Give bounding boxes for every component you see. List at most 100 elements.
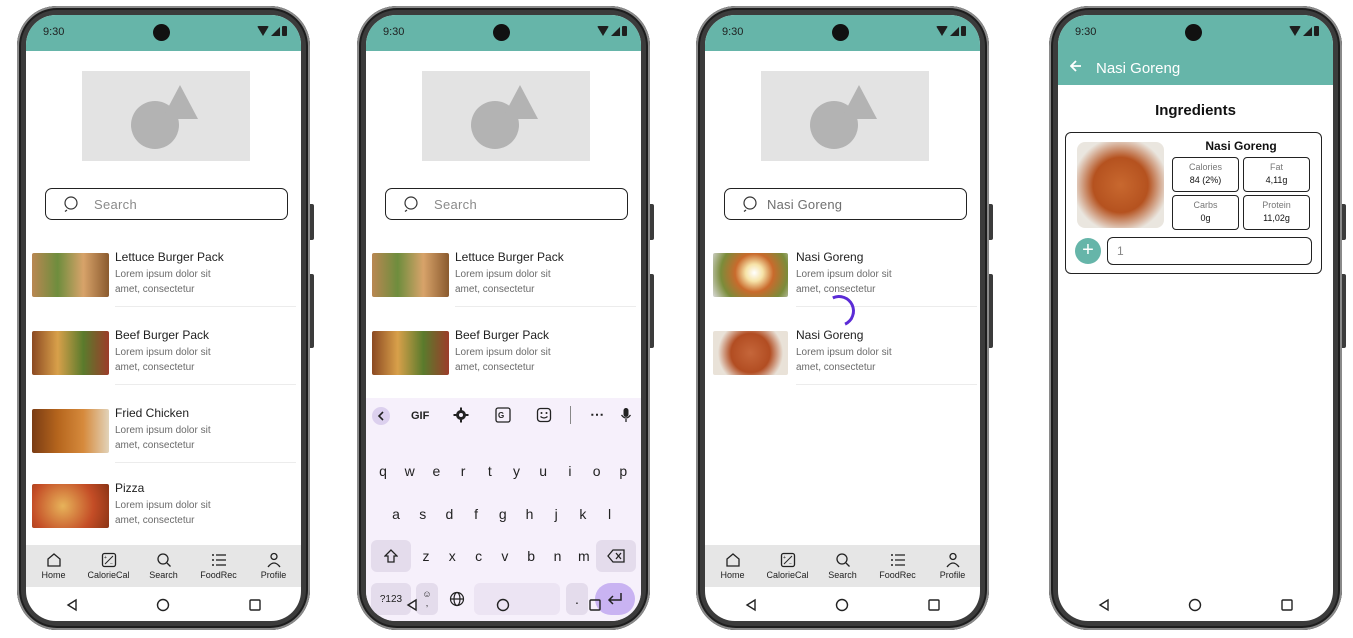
status-bar: 9:30 [1058, 15, 1333, 51]
recents-icon[interactable] [927, 598, 941, 612]
back-icon[interactable] [65, 598, 79, 612]
key-t[interactable]: t [478, 455, 502, 487]
calculator-icon: +− [780, 552, 795, 568]
stage: 9:30 Search Lettuce Burger Pack Lorem ip… [0, 0, 1353, 638]
chevron-left-icon[interactable] [372, 407, 390, 425]
home-circle-icon[interactable] [496, 598, 510, 612]
search-input[interactable]: Search [45, 188, 288, 220]
key-s[interactable]: s [411, 498, 435, 530]
nav-home[interactable]: Home [708, 552, 758, 580]
key-f[interactable]: f [464, 498, 488, 530]
home-circle-icon[interactable] [156, 598, 170, 612]
svg-text:−: − [110, 561, 113, 567]
key-k[interactable]: k [571, 498, 595, 530]
key-b[interactable]: b [519, 540, 543, 572]
key-w[interactable]: w [398, 455, 422, 487]
key-e[interactable]: e [424, 455, 448, 487]
key-r[interactable]: r [451, 455, 475, 487]
gear-icon[interactable] [453, 407, 469, 426]
item-desc: Lorem ipsum dolor sit amet, consectetur [115, 425, 211, 451]
recents-icon[interactable] [248, 598, 262, 612]
item-title: Fried Chicken [115, 406, 190, 420]
list-item[interactable]: Lettuce Burger Pack Lorem ipsum dolor si… [32, 247, 301, 307]
quantity-input[interactable]: 1 [1107, 237, 1312, 265]
app-bar: Nasi Goreng [1058, 51, 1333, 85]
wifi-icon [597, 26, 609, 36]
backspace-key[interactable] [596, 540, 636, 572]
key-l[interactable]: l [598, 498, 622, 530]
item-desc: Lorem ipsum dolor sit amet, consectetur [455, 269, 551, 295]
add-button[interactable]: + [1075, 238, 1101, 264]
search-icon [156, 553, 171, 567]
nav-caloriecal[interactable]: + − CalorieCal [763, 552, 813, 580]
home-circle-icon[interactable] [1188, 598, 1202, 612]
food-image [1077, 142, 1164, 228]
gif-button[interactable]: GIF [411, 410, 429, 422]
key-d[interactable]: d [437, 498, 461, 530]
list-item[interactable]: Beef Burger Pack Lorem ipsum dolor sit am… [32, 325, 301, 385]
key-n[interactable]: n [546, 540, 570, 572]
nav-search[interactable]: Search [139, 552, 189, 580]
sticker-icon[interactable] [536, 407, 552, 426]
bottom-nav: Home + − CalorieCal Search FoodRec Profile [705, 545, 980, 587]
food-card: Nasi Goreng Calories 84 (2%) Fat 4,11g Car… [1065, 132, 1322, 274]
list-item[interactable]: Fried Chicken Lorem ipsum dolor sit amet,… [32, 403, 301, 463]
list-icon [211, 554, 226, 566]
search-input[interactable]: Search [385, 188, 628, 220]
key-m[interactable]: m [572, 540, 596, 572]
key-v[interactable]: v [493, 540, 517, 572]
key-a[interactable]: a [384, 498, 408, 530]
key-x[interactable]: x [440, 540, 464, 572]
battery-icon [961, 26, 966, 36]
key-q[interactable]: q [371, 455, 395, 487]
soft-keyboard: GIF G ⋯ q w e r t y u i o p a s d f g h j k l z x c v b n m ?123 ☺,… [366, 398, 641, 621]
back-icon[interactable] [405, 598, 419, 612]
nav-foodrec[interactable]: FoodRec [194, 552, 244, 580]
back-icon[interactable] [744, 598, 758, 612]
back-arrow-icon[interactable] [1069, 59, 1082, 77]
nav-profile[interactable]: Profile [249, 552, 299, 580]
status-time: 9:30 [1075, 26, 1097, 38]
screen: 9:30 Nasi Goreng Ingredients Nasi Goreng… [1058, 15, 1333, 621]
translate-icon[interactable]: G [495, 407, 511, 426]
key-p[interactable]: p [611, 455, 635, 487]
recents-icon[interactable] [1280, 598, 1294, 612]
nutrient-protein: Protein 11,02g [1243, 195, 1310, 230]
item-desc: Lorem ipsum dolor sit amet, consectetur [115, 347, 211, 373]
mic-icon[interactable] [620, 407, 632, 426]
key-h[interactable]: h [518, 498, 542, 530]
bottom-nav: Home + − CalorieCal Search FoodRec Profile [26, 545, 301, 587]
key-g[interactable]: g [491, 498, 515, 530]
nav-search[interactable]: Search [818, 552, 868, 580]
key-j[interactable]: j [544, 498, 568, 530]
search-placeholder: Search [94, 196, 137, 212]
shift-key[interactable] [371, 540, 411, 572]
system-nav [1058, 589, 1333, 621]
key-i[interactable]: i [558, 455, 582, 487]
list-item[interactable]: Lettuce Burger Pack Lorem ipsum dolor si… [372, 247, 641, 307]
more-icon[interactable]: ⋯ [590, 406, 604, 423]
item-title: Pizza [115, 481, 145, 495]
key-c[interactable]: c [467, 540, 491, 572]
nav-caloriecal[interactable]: + − CalorieCal [84, 552, 134, 580]
back-icon[interactable] [1097, 598, 1111, 612]
key-u[interactable]: u [531, 455, 555, 487]
screen: 9:30 Search Lettuce Burger Pack Lorem ip… [366, 15, 641, 621]
battery-icon [282, 26, 287, 36]
nav-foodrec[interactable]: FoodRec [873, 552, 923, 580]
key-y[interactable]: y [505, 455, 529, 487]
list-item[interactable]: Nasi Goreng Lorem ipsum dolor sit amet, c… [713, 325, 980, 385]
key-o[interactable]: o [585, 455, 609, 487]
key-z[interactable]: z [414, 540, 438, 572]
nav-home[interactable]: Home [29, 552, 79, 580]
home-circle-icon[interactable] [835, 598, 849, 612]
system-nav [26, 589, 301, 621]
home-icon [725, 553, 740, 567]
recents-icon[interactable] [588, 598, 602, 612]
list-icon [890, 554, 905, 566]
list-item[interactable]: Pizza Lorem ipsum dolor sit amet, consect… [32, 478, 301, 538]
list-item[interactable]: Beef Burger Pack Lorem ipsum dolor sit am… [372, 325, 641, 385]
search-input[interactable]: Nasi Goreng [724, 188, 967, 220]
nav-profile[interactable]: Profile [928, 552, 978, 580]
camera-cutout [832, 24, 849, 41]
